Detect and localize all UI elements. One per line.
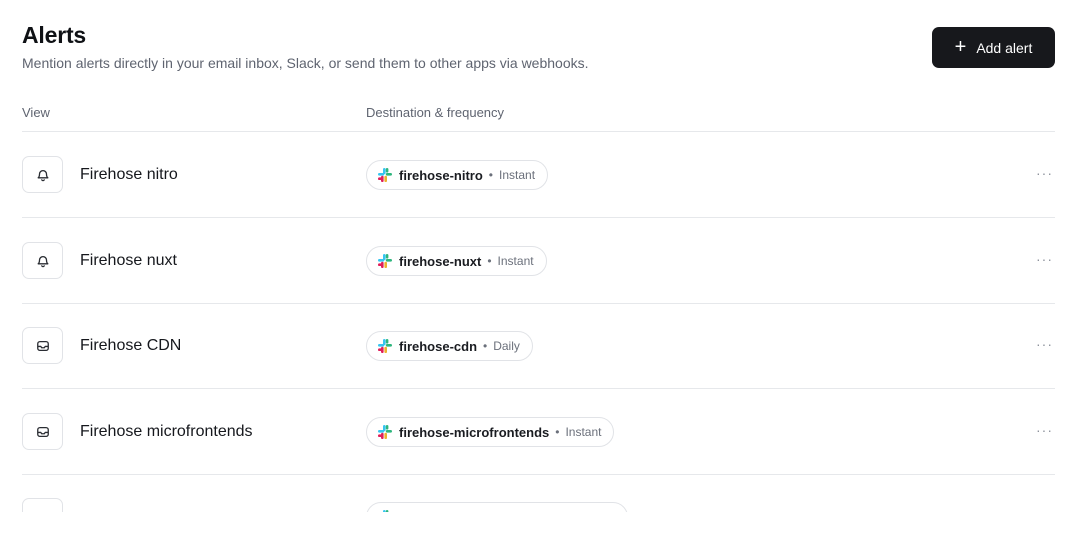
alert-type-button[interactable] <box>22 327 63 364</box>
channel-name: firehose-nuxt <box>399 253 482 269</box>
page-header: Alerts Mention alerts directly in your e… <box>22 22 589 71</box>
destination-chip[interactable]: firehose-microfrontends • Instant <box>366 417 615 447</box>
alert-name[interactable]: Firehose nuxt <box>80 252 177 270</box>
slack-icon <box>378 254 392 268</box>
alert-type-button[interactable] <box>22 413 63 450</box>
destination-chip[interactable]: firehose-nitro • Instant <box>366 160 549 190</box>
destination-chip[interactable]: firehose-nuxt • Instant <box>366 246 547 276</box>
alert-row[interactable]: Firehose CDN firehose-cdn • Daily ··· <box>0 303 1078 389</box>
frequency-label: Daily <box>493 339 520 353</box>
destination-chip[interactable] <box>366 502 628 512</box>
alert-name[interactable]: Firehose microfrontends <box>80 423 253 441</box>
bell-icon <box>37 169 48 181</box>
alerts-page: Alerts Mention alerts directly in your e… <box>0 0 1078 535</box>
bell-icon <box>37 255 48 267</box>
channel-name: firehose-cdn <box>399 338 478 354</box>
alert-type-button[interactable] <box>22 156 63 193</box>
slack-icon <box>378 339 392 353</box>
slack-icon <box>383 510 389 512</box>
frequency-label: Instant <box>497 254 534 268</box>
more-options-icon[interactable]: ··· <box>1036 251 1053 267</box>
channel-name: firehose-microfrontends <box>399 424 550 440</box>
inbox-icon <box>37 511 48 512</box>
alert-type-button[interactable] <box>22 242 63 279</box>
page-title: Alerts <box>22 22 86 48</box>
frequency-label: Instant <box>565 425 602 439</box>
slack-icon <box>378 425 392 439</box>
column-header-view: View <box>22 105 50 120</box>
add-alert-label: Add alert <box>976 39 1033 56</box>
destination-chip[interactable]: firehose-cdn • Daily <box>366 331 533 361</box>
alert-name[interactable]: Firehose CDN <box>80 337 181 355</box>
separator-dot: • <box>555 425 560 439</box>
alert-row[interactable]: Firehose microfrontends firehose-microfr… <box>0 389 1078 475</box>
plus-icon: + <box>954 35 967 58</box>
separator-dot: • <box>487 254 492 268</box>
separator-dot: • <box>488 168 493 182</box>
add-alert-button[interactable]: + Add alert <box>932 27 1055 68</box>
channel-name: firehose-nitro <box>399 167 483 183</box>
alert-row[interactable]: Firehose nuxt firehose-nuxt • Instant ··… <box>0 218 1078 304</box>
alert-name[interactable]: Firehose nitro <box>80 166 178 184</box>
more-options-icon[interactable]: ··· <box>1036 422 1053 438</box>
alerts-list: Firehose nitro firehose-nitro • Instant … <box>0 132 1078 512</box>
alert-row[interactable] <box>0 474 1078 512</box>
alert-row[interactable]: Firehose nitro firehose-nitro • Instant … <box>0 132 1078 218</box>
separator-dot: • <box>483 339 488 353</box>
inbox-icon <box>36 426 49 437</box>
more-options-icon[interactable]: ··· <box>1036 336 1053 352</box>
more-options-icon[interactable]: ··· <box>1036 165 1053 181</box>
frequency-label: Instant <box>499 168 536 182</box>
inbox-icon <box>36 340 49 351</box>
column-header-destination: Destination & frequency <box>366 105 505 120</box>
alert-type-button[interactable] <box>22 498 63 512</box>
page-subtitle: Mention alerts directly in your email in… <box>22 55 589 71</box>
slack-icon <box>378 168 392 182</box>
